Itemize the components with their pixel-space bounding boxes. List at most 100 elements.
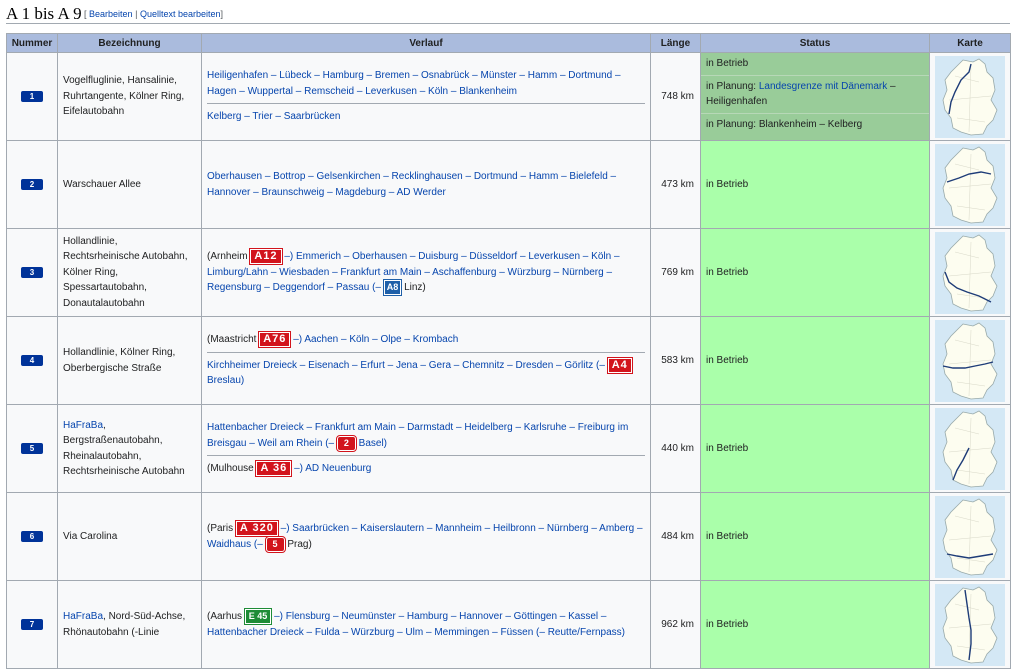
bracket-close: ] <box>220 9 224 19</box>
germany-map-icon <box>942 410 998 487</box>
bezeichnung-cell: Warschauer Allee <box>57 140 202 229</box>
road-sign: A 320 <box>234 519 279 537</box>
nummer-cell: 2 <box>6 140 58 229</box>
road-sign: 2 <box>335 434 357 452</box>
verlauf-text: Prag) <box>284 538 312 550</box>
status-cell: in Betrieb <box>700 140 930 229</box>
route-map-thumbnail[interactable] <box>935 231 1005 314</box>
section-title: A 1 bis A 9 <box>6 4 82 23</box>
germany-map-icon <box>942 322 998 399</box>
edit-link[interactable]: Bearbeiten <box>89 9 133 19</box>
bezeichnung-link[interactable]: HaFraBa <box>63 611 103 622</box>
verlauf-cell: (Arnheim A12 –) Emmerich – Oberhausen – … <box>201 228 651 317</box>
col-header-laenge[interactable]: Länge <box>650 33 701 53</box>
autobahn-badge[interactable]: 3 <box>21 266 43 278</box>
autobahn-table-wrapper: Nummer Bezeichnung Verlauf Länge Status … <box>6 33 1011 669</box>
laenge-cell: 484 km <box>650 492 701 581</box>
verlauf-text: (Arnheim <box>207 251 251 263</box>
autobahn-table: Nummer Bezeichnung Verlauf Länge Status … <box>6 33 1011 669</box>
verlauf-cell: (Maastricht A76 –) Aachen – Köln – Olpe … <box>201 316 651 405</box>
verlauf-cell: Hattenbacher Dreieck – Frankfurt am Main… <box>201 404 651 493</box>
karte-cell <box>929 580 1011 669</box>
route-map-thumbnail[interactable] <box>935 495 1005 578</box>
karte-cell <box>929 52 1011 141</box>
verlauf-link[interactable]: –) AD Neuenburg <box>291 463 371 474</box>
laenge-cell: 440 km <box>650 404 701 493</box>
autobahn-badge[interactable]: 2 <box>21 178 43 190</box>
germany-map-icon <box>942 234 998 311</box>
verlauf-segment: Hattenbacher Dreieck – Frankfurt am Main… <box>207 420 645 452</box>
status-cell: in Betrieb in Planung: Landesgrenze mit … <box>700 52 930 141</box>
verlauf-link[interactable]: Kirchheimer Dreieck – Eisenach – Erfurt … <box>207 360 608 371</box>
status-link[interactable]: Landesgrenze mit Dänemark <box>759 81 887 92</box>
karte-cell <box>929 316 1011 405</box>
edit-source-link[interactable]: Quelltext bearbeiten <box>140 9 221 19</box>
status-cell: in Betrieb <box>700 316 930 405</box>
autobahn-badge[interactable]: 7 <box>21 618 43 630</box>
autobahn-badge[interactable]: 6 <box>21 530 43 542</box>
verlauf-segment[interactable]: Heiligenhafen – Lübeck – Hamburg – Breme… <box>207 68 645 99</box>
road-sign: A 36 <box>255 460 293 478</box>
road-sign: A8 <box>382 279 403 297</box>
status-cell: in Betrieb <box>700 580 930 669</box>
autobahn-badge[interactable]: 1 <box>21 90 43 102</box>
verlauf-cell: Heiligenhafen – Lübeck – Hamburg – Breme… <box>201 52 651 141</box>
status-entry: in Planung: Blankenheim – Kelberg <box>706 118 863 130</box>
verlauf-text: (Mulhouse <box>207 463 257 475</box>
segment-divider <box>207 103 645 105</box>
karte-cell <box>929 404 1011 493</box>
nummer-cell: 6 <box>6 492 58 581</box>
laenge-cell: 962 km <box>650 580 701 669</box>
table-row: 4 Hollandlinie, Kölner Ring, Oberbergisc… <box>6 316 1011 405</box>
col-header-nummer[interactable]: Nummer <box>6 33 58 53</box>
col-header-status[interactable]: Status <box>700 33 930 53</box>
laenge-cell: 769 km <box>650 228 701 317</box>
verlauf-segment[interactable]: Oberhausen – Bottrop – Gelsenkirchen – R… <box>207 169 645 200</box>
verlauf-cell: Oberhausen – Bottrop – Gelsenkirchen – R… <box>201 140 651 229</box>
bezeichnung-cell: Via Carolina <box>57 492 202 581</box>
laenge-cell: 473 km <box>650 140 701 229</box>
segment-divider <box>207 455 645 457</box>
route-map-thumbnail[interactable] <box>935 319 1005 402</box>
karte-cell <box>929 228 1011 317</box>
road-sign: A76 <box>258 331 292 349</box>
verlauf-segment[interactable]: Kelberg – Trier – Saarbrücken <box>207 109 645 125</box>
verlauf-segment: (Mulhouse A 36 –) AD Neuenburg <box>207 460 645 478</box>
status-cell: in Betrieb <box>700 404 930 493</box>
nummer-cell: 5 <box>6 404 58 493</box>
verlauf-cell: (Paris A 320 –) Saarbrücken – Kaiserslau… <box>201 492 651 581</box>
table-row: 5 HaFraBa, Bergstraßenautobahn, Rheinala… <box>6 404 1011 493</box>
status-prefix: in Planung: <box>706 80 759 92</box>
col-header-bezeichnung[interactable]: Bezeichnung <box>57 33 202 53</box>
route-map-thumbnail[interactable] <box>935 143 1005 226</box>
verlauf-link[interactable]: Basel) <box>356 438 387 449</box>
status-cell: in Betrieb <box>700 492 930 581</box>
route-map-thumbnail[interactable] <box>935 583 1005 666</box>
germany-map-icon <box>942 146 998 223</box>
verlauf-link[interactable]: Hattenbacher Dreieck – Frankfurt am Main… <box>207 422 628 449</box>
germany-map-icon <box>942 498 998 575</box>
route-map-thumbnail[interactable] <box>935 407 1005 490</box>
nummer-cell: 3 <box>6 228 58 317</box>
verlauf-text: (Paris <box>207 523 236 534</box>
col-header-verlauf[interactable]: Verlauf <box>201 33 651 53</box>
table-header-row: Nummer Bezeichnung Verlauf Länge Status … <box>6 33 1011 53</box>
status-cell: in Betrieb <box>700 228 930 317</box>
table-row: 3 Hollandlinie, Rechtsrheinische Autobah… <box>6 228 1011 317</box>
verlauf-link[interactable]: Breslau) <box>207 375 244 386</box>
route-map-thumbnail[interactable] <box>935 55 1005 138</box>
table-row: 7 HaFraBa, Nord-Süd-Achse, Rhönautobahn … <box>6 580 1011 669</box>
laenge-cell: 748 km <box>650 52 701 141</box>
autobahn-badge[interactable]: 5 <box>21 442 43 454</box>
bezeichnung-link[interactable]: HaFraBa <box>63 420 103 431</box>
autobahn-badge[interactable]: 4 <box>21 354 43 366</box>
edit-separator: | <box>135 9 138 19</box>
col-header-karte: Karte <box>929 33 1011 53</box>
table-row: 2 Warschauer Allee Oberhausen – Bottrop … <box>6 140 1011 229</box>
nummer-cell: 4 <box>6 316 58 405</box>
road-sign: A12 <box>249 248 283 266</box>
verlauf-link[interactable]: –) Aachen – Köln – Olpe – Krombach <box>290 334 458 345</box>
bezeichnung-cell: Vogelfluglinie, Hansalinie, Ruhrtangente… <box>57 52 202 141</box>
table-row: 6 Via Carolina (Paris A 320 –) Saarbrück… <box>6 492 1011 581</box>
laenge-cell: 583 km <box>650 316 701 405</box>
